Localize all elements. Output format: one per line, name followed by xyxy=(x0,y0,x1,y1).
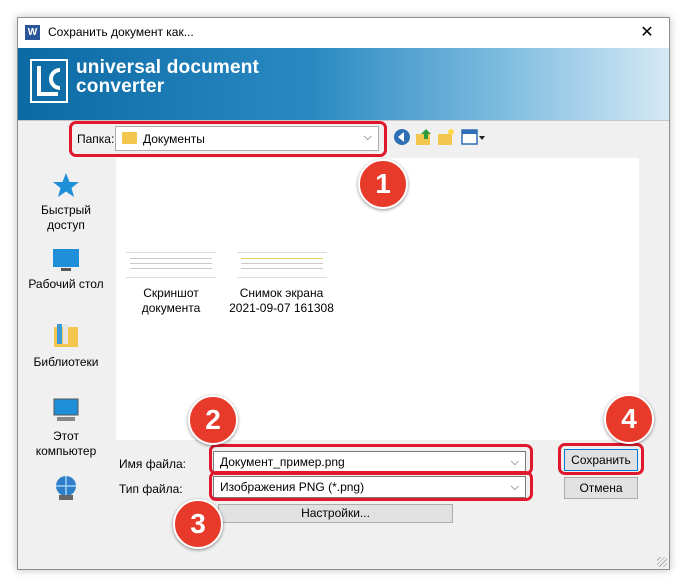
logo-line1: universal document xyxy=(76,57,260,78)
window-title: Сохранить документ как... xyxy=(48,25,194,39)
file-item[interactable]: Снимок экрана 2021-09-07 161308 xyxy=(224,252,339,316)
file-name-line2: документа xyxy=(141,301,201,315)
place-this-pc[interactable]: Этот компьютер xyxy=(28,395,104,459)
place-network[interactable] xyxy=(28,473,104,507)
cancel-button[interactable]: Отмена xyxy=(564,477,638,499)
libraries-icon xyxy=(54,324,78,347)
network-icon xyxy=(56,476,76,500)
file-thumbnail xyxy=(236,252,327,278)
file-name-line2: 2021-09-07 161308 xyxy=(229,301,334,315)
udc-logo-icon xyxy=(30,59,68,103)
highlight-save xyxy=(558,443,644,475)
place-libraries[interactable]: Библиотеки xyxy=(28,321,104,370)
word-app-icon: W xyxy=(25,25,40,40)
step-badge-2: 2 xyxy=(188,395,238,445)
title-bar: W Сохранить документ как... ✕ xyxy=(18,18,669,48)
logo-line2: converter xyxy=(76,76,165,97)
place-quick-access[interactable]: Быстрый доступ xyxy=(28,171,104,233)
place-label: Этот компьютер xyxy=(35,429,97,458)
back-icon[interactable] xyxy=(392,127,412,147)
step-badge-3: 3 xyxy=(173,499,223,549)
file-item[interactable]: Скриншот документа xyxy=(121,252,221,316)
place-label: Библиотеки xyxy=(33,355,99,369)
up-folder-icon[interactable] xyxy=(414,127,434,147)
place-desktop[interactable]: Рабочий стол xyxy=(28,247,104,292)
file-name-line1: Скриншот xyxy=(143,286,199,300)
settings-button[interactable]: Настройки... xyxy=(218,504,453,523)
highlight-filetype xyxy=(209,471,533,501)
resize-grip[interactable] xyxy=(657,557,667,567)
close-button[interactable]: ✕ xyxy=(625,18,669,48)
view-menu-icon[interactable] xyxy=(460,127,486,147)
step-badge-4: 4 xyxy=(604,394,654,444)
computer-icon xyxy=(53,398,79,421)
place-label: Быстрый доступ xyxy=(41,203,91,232)
filename-label: Имя файла: xyxy=(119,457,186,471)
desktop-icon xyxy=(53,249,79,271)
new-folder-icon[interactable] xyxy=(436,127,456,147)
file-name-line1: Снимок экрана xyxy=(239,286,324,300)
save-dialog: W Сохранить документ как... ✕ universal … xyxy=(17,17,670,570)
step-badge-1: 1 xyxy=(358,159,408,209)
udc-banner: universal document converter xyxy=(18,48,669,120)
highlight-folder xyxy=(69,121,387,157)
filetype-label: Тип файла: xyxy=(119,482,183,496)
file-thumbnail xyxy=(126,252,216,278)
star-icon xyxy=(53,173,79,197)
place-label: Рабочий стол xyxy=(28,277,104,291)
udc-logo-text: universal document converter xyxy=(76,58,259,96)
